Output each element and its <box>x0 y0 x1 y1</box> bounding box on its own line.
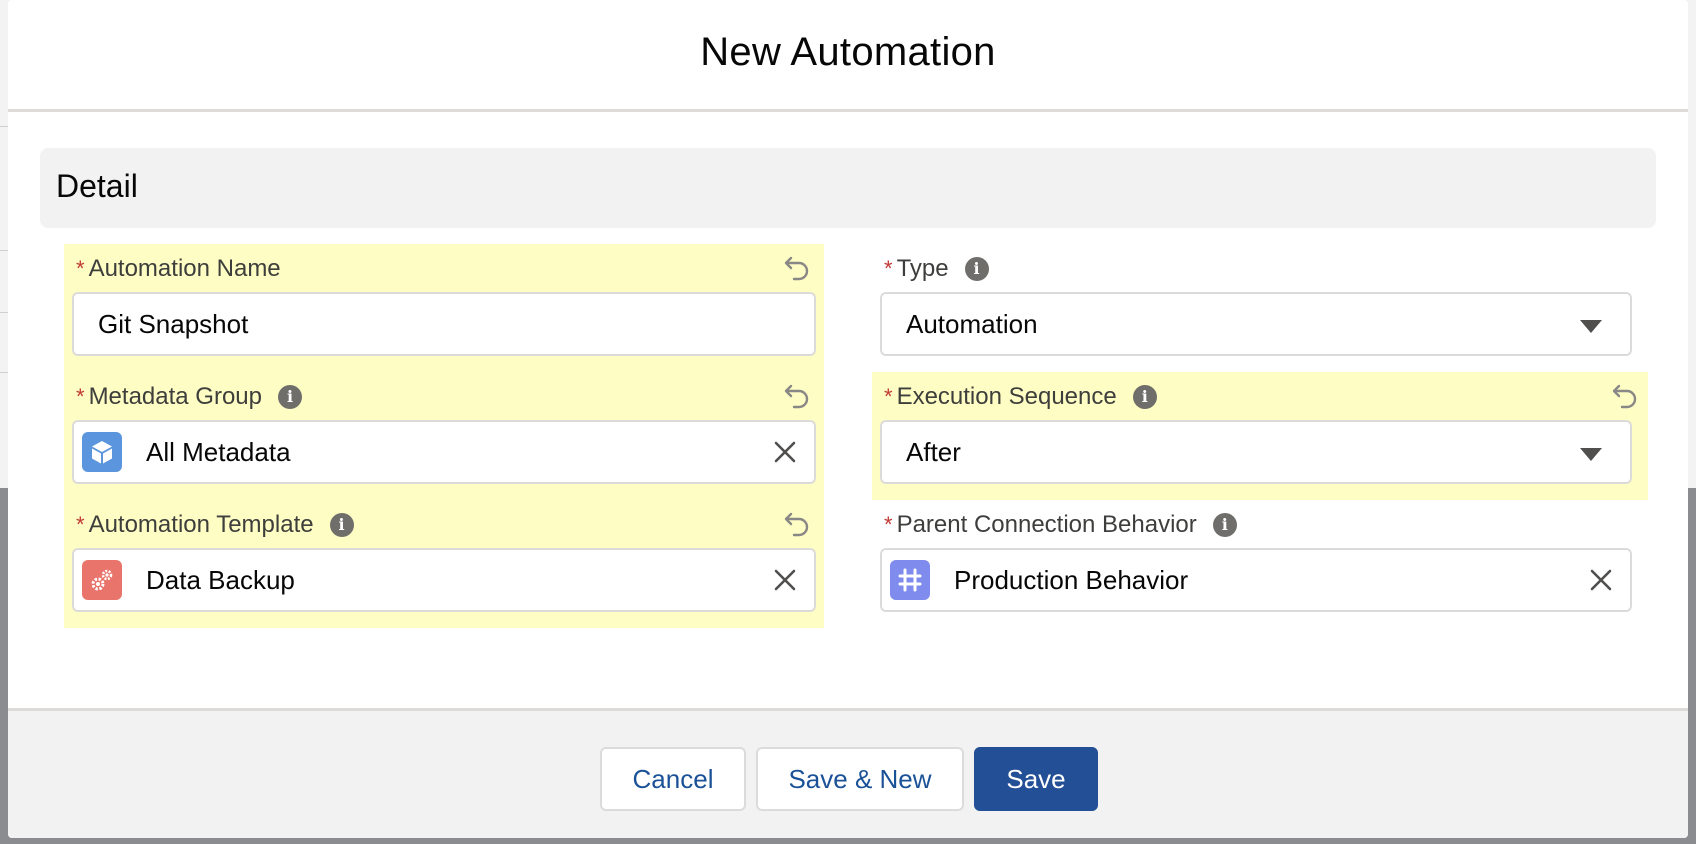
required-marker: * <box>884 512 893 537</box>
info-icon[interactable]: i <box>329 513 354 537</box>
field-execution-sequence: * Execution Sequence i After <box>872 372 1648 500</box>
info-icon[interactable]: i <box>1132 385 1157 409</box>
undo-icon[interactable] <box>782 252 812 282</box>
section-header-detail[interactable]: Detail <box>40 148 1656 228</box>
field-automation-name: * Automation Name Git Snapshot <box>64 244 824 372</box>
chevron-down-icon[interactable] <box>1580 320 1602 333</box>
required-marker: * <box>884 256 893 281</box>
required-marker: * <box>884 384 893 409</box>
background-divider <box>0 372 8 373</box>
field-type: * Type i Automation <box>872 244 1648 372</box>
field-label: * Execution Sequence i <box>884 382 1157 412</box>
close-icon[interactable] <box>772 567 798 593</box>
automation-template-label: Automation Template <box>88 511 314 538</box>
execution-sequence-value: After <box>906 436 961 467</box>
save-and-new-button[interactable]: Save & New <box>756 747 964 811</box>
cube-icon <box>82 432 122 472</box>
field-label: * Automation Name <box>76 254 281 284</box>
required-marker: * <box>76 256 85 281</box>
hashtag-grid-icon <box>890 560 930 600</box>
field-label: * Parent Connection Behavior i <box>884 510 1237 540</box>
modal-footer: Cancel Save & New Save <box>8 708 1688 838</box>
cancel-button[interactable]: Cancel <box>600 747 746 811</box>
save-button[interactable]: Save <box>974 747 1098 811</box>
gears-icon <box>82 560 122 600</box>
new-automation-modal: New Automation Detail * Automation Name … <box>8 0 1688 838</box>
metadata-group-label: Metadata Group <box>88 383 262 410</box>
undo-icon[interactable] <box>782 508 812 538</box>
automation-name-input[interactable]: Git Snapshot <box>72 292 816 356</box>
section-title: Detail <box>56 168 138 204</box>
field-automation-template: * Automation Template i Data Backup <box>64 500 824 628</box>
type-select[interactable]: Automation <box>880 292 1632 356</box>
field-label: * Metadata Group i <box>76 382 302 412</box>
execution-sequence-select[interactable]: After <box>880 420 1632 484</box>
undo-icon[interactable] <box>1610 380 1640 410</box>
background-divider <box>0 312 8 313</box>
required-marker: * <box>76 384 85 409</box>
field-label: * Type i <box>884 254 989 284</box>
info-icon[interactable]: i <box>964 257 989 281</box>
close-icon[interactable] <box>1588 567 1614 593</box>
automation-name-value: Git Snapshot <box>98 308 249 339</box>
automation-template-lookup[interactable]: Data Backup <box>72 548 816 612</box>
type-label: Type <box>896 255 949 282</box>
automation-name-label: Automation Name <box>88 255 281 282</box>
parent-connection-behavior-lookup[interactable]: Production Behavior <box>880 548 1632 612</box>
undo-icon[interactable] <box>782 380 812 410</box>
metadata-group-lookup[interactable]: All Metadata <box>72 420 816 484</box>
metadata-group-value: All Metadata <box>146 436 291 467</box>
info-icon[interactable]: i <box>278 385 302 409</box>
required-marker: * <box>76 512 85 537</box>
field-metadata-group: * Metadata Group i All Metadata <box>64 372 824 500</box>
background-divider <box>0 250 8 251</box>
field-label: * Automation Template i <box>76 510 354 540</box>
background-divider <box>0 126 8 127</box>
parent-connection-behavior-label: Parent Connection Behavior <box>896 511 1197 538</box>
execution-sequence-label: Execution Sequence <box>896 383 1117 410</box>
parent-connection-behavior-value: Production Behavior <box>954 564 1189 595</box>
field-parent-connection-behavior: * Parent Connection Behavior i Productio… <box>872 500 1648 628</box>
chevron-down-icon[interactable] <box>1580 448 1602 461</box>
type-value: Automation <box>906 308 1038 339</box>
modal-header: New Automation <box>8 0 1688 112</box>
close-icon[interactable] <box>772 439 798 465</box>
modal-title: New Automation <box>700 30 996 74</box>
info-icon[interactable]: i <box>1212 513 1237 537</box>
automation-template-value: Data Backup <box>146 564 295 595</box>
